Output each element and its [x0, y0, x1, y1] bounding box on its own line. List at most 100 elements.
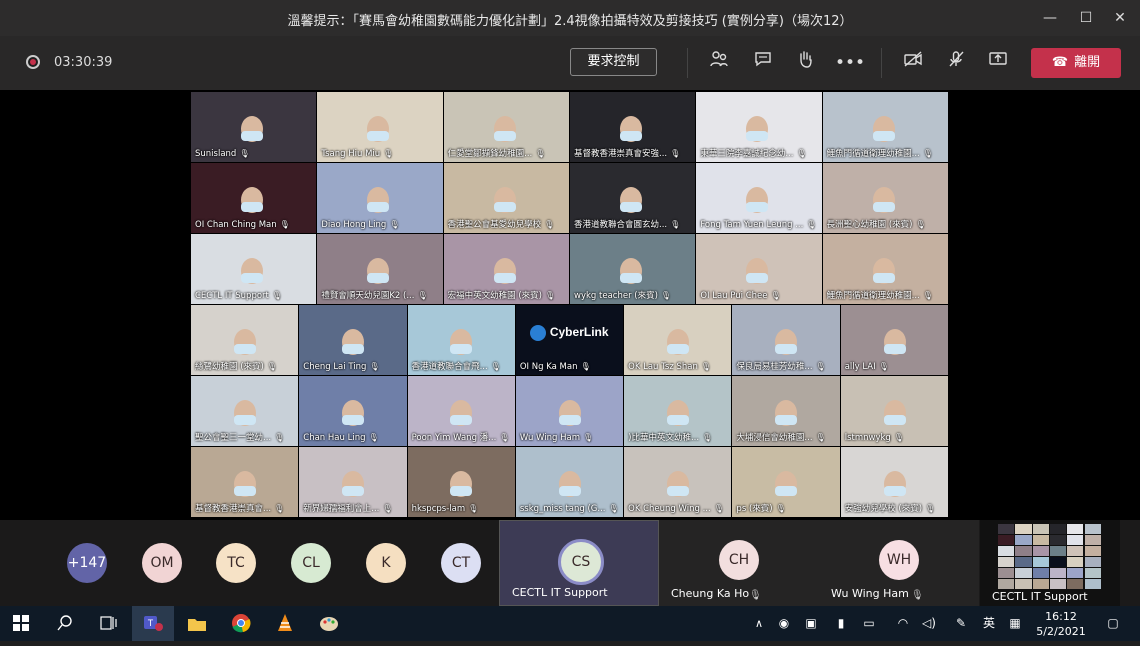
video-tile[interactable]: hkspcps-lam 🎙︎	[407, 447, 515, 517]
video-tile-name: 大埔浸信會幼稚園... 🎙︎	[736, 433, 826, 443]
video-tile[interactable]: 香港聖公會基愛幼兒學校 🎙︎	[443, 163, 569, 233]
video-tile[interactable]: Tsang Hiu Miu 🎙︎	[317, 92, 443, 162]
mic-icon: 🎙︎	[535, 149, 546, 158]
video-tile[interactable]: 保良局易桂芳幼稚... 🎙︎	[732, 305, 840, 375]
video-tile[interactable]: 基督教香港崇真會安強... 🎙︎	[570, 92, 696, 162]
participant-avatar[interactable]: OM	[142, 543, 182, 583]
chrome-icon[interactable]	[220, 606, 262, 641]
video-tile[interactable]: sskg_miss tang (G... 🎙︎	[515, 447, 624, 517]
camera-tray-icon[interactable]: ▣	[800, 606, 822, 641]
video-tile[interactable]: 長洲聖心幼稚園 (來賓) 🎙︎	[822, 163, 948, 233]
video-tile[interactable]: wykg teacher (來賓) 🎙︎	[570, 234, 696, 304]
video-tile[interactable]: Poon Yim Wang 潘... 🎙︎	[407, 376, 515, 446]
video-tile[interactable]: 基督教香港崇真會... 🎙︎	[191, 447, 299, 517]
video-tile[interactable]: 東華三院李嘉誠紀念幼... 🎙︎	[696, 92, 822, 162]
network-icon[interactable]: ◠	[892, 606, 914, 641]
video-tile[interactable]: 鯉魚門循道衛理幼稚園... 🎙︎	[822, 92, 948, 162]
video-tile[interactable]: ally LAI 🎙︎	[840, 305, 948, 375]
face-mask	[241, 130, 264, 141]
video-tile[interactable]: 禮賢會順天幼兒園K2 (... 🎙︎	[317, 234, 443, 304]
self-view-thumb-cell	[1015, 557, 1032, 567]
notification-icon[interactable]: ▢	[1098, 606, 1128, 641]
participant-tile[interactable]: CH Cheung Ka Ho 🎙︎	[659, 520, 819, 606]
mic-icon: 🎙︎	[582, 433, 594, 442]
ime-icon[interactable]: ▦	[1004, 606, 1026, 641]
teams-taskbar-icon[interactable]: T	[132, 606, 174, 641]
mic-icon: 🎙︎	[915, 220, 926, 229]
participants-icon[interactable]	[706, 50, 732, 76]
video-tile[interactable]: ps (來賓) 🎙︎	[732, 447, 840, 517]
pen-icon[interactable]: ✎	[950, 606, 972, 641]
taskbar-clock[interactable]: 16:12 5/2/2021	[1028, 609, 1094, 639]
video-tile[interactable]: 安強幼兒學校 (來賓) 🎙︎	[840, 447, 948, 517]
video-tile[interactable]: CECTL IT Support 🎙︎	[191, 234, 317, 304]
video-tile[interactable]: 絲鷺幼稚園 (來賓) 🎙︎	[191, 305, 299, 375]
camera-off-icon[interactable]	[900, 50, 926, 76]
video-tile[interactable]: 鯉魚門循道衛理幼稚園... 🎙︎	[822, 234, 948, 304]
video-tile[interactable]: lstmnwykg 🎙︎	[840, 376, 948, 446]
usb-icon[interactable]: ▮	[830, 606, 852, 641]
video-tile[interactable]: 宏福中英文幼稚園 (來賓) 🎙︎	[443, 234, 569, 304]
video-tile[interactable]: Diao Hong Ling 🎙︎	[317, 163, 443, 233]
self-view-thumb-cell	[998, 524, 1015, 534]
participant-avatar[interactable]: CT	[441, 543, 481, 583]
more-options-icon[interactable]: •••	[835, 50, 865, 76]
video-tile[interactable]: Cheng Lai Ting 🎙︎	[299, 305, 407, 375]
volume-icon[interactable]: ◁)	[918, 606, 940, 641]
share-screen-icon[interactable]	[985, 50, 1011, 76]
mic-icon: 🎙︎	[700, 362, 712, 371]
video-tile[interactable]: 香港道教聯合會圓玄幼... 🎙︎	[570, 163, 696, 233]
close-window-button[interactable]: ✕	[1100, 6, 1140, 30]
video-tile[interactable]: 大埔浸信會幼稚園... 🎙︎	[732, 376, 840, 446]
self-view-thumb-cell	[998, 579, 1015, 589]
featured-speaker-tile[interactable]: CS CECTL IT Support	[499, 520, 659, 606]
cyberlink-logo: CyberLink	[529, 325, 609, 341]
video-tile[interactable]: Wu Wing Ham 🎙︎	[515, 376, 624, 446]
windows-start-icon[interactable]	[0, 606, 42, 641]
mic-icon: 🎙︎	[274, 433, 285, 442]
video-tile[interactable]: OK Lau Tsz Shan 🎙︎	[624, 305, 732, 375]
participant-avatar[interactable]: CL	[291, 543, 331, 583]
self-view-thumb-cell	[1049, 579, 1067, 589]
video-tile[interactable]: 香港道教聯合會飛... 🎙︎	[407, 305, 515, 375]
video-tile[interactable]: CyberLink OI Ng Ka Man 🎙︎	[515, 305, 624, 375]
mic-icon: 🎙︎	[670, 149, 681, 158]
video-tile[interactable]: Sunisland 🎙︎	[191, 92, 317, 162]
self-view-gallery-thumbnail	[998, 524, 1102, 590]
video-tile[interactable]: Fong Tam Yuen Leung ... 🎙︎	[696, 163, 822, 233]
video-tile[interactable]: OI Chan Ching Man 🎙︎	[191, 163, 317, 233]
input-language[interactable]: 英	[978, 606, 1000, 641]
video-tile[interactable]: Chan Hau Ling 🎙︎	[299, 376, 407, 446]
minimize-button[interactable]: —	[1030, 6, 1070, 30]
paint-icon[interactable]	[308, 606, 350, 641]
vlc-icon[interactable]	[264, 606, 306, 641]
file-explorer-icon[interactable]	[176, 606, 218, 641]
chat-icon[interactable]	[750, 50, 776, 76]
meet-now-icon[interactable]: ◉	[773, 606, 795, 641]
participant-avatar[interactable]: TC	[216, 543, 256, 583]
video-tile[interactable]: 仁愛堂鄒擷鋒幼稚園... 🎙︎	[443, 92, 569, 162]
video-tile[interactable]: 聖公會聖三一堂幼... 🎙︎	[191, 376, 299, 446]
video-tile[interactable]: 新界婦孺福利會上... 🎙︎	[299, 447, 407, 517]
mic-icon: 🎙︎	[713, 504, 724, 513]
video-tile[interactable]: )比華中英文幼稚... 🎙︎	[624, 376, 732, 446]
request-control-button[interactable]: 要求控制	[570, 48, 657, 76]
overflow-participants-button[interactable]: +147	[67, 543, 107, 583]
show-hidden-icons[interactable]: ∧	[748, 606, 770, 641]
video-tile[interactable]: OK Cheung Wing ... 🎙︎	[624, 447, 732, 517]
battery-icon[interactable]: ▭	[858, 606, 880, 641]
raise-hand-icon[interactable]	[792, 50, 818, 76]
participant-tile[interactable]: WH Wu Wing Ham 🎙︎	[819, 520, 979, 606]
leave-button[interactable]: ☎ 離開	[1031, 48, 1121, 78]
task-view-icon[interactable]	[88, 606, 130, 641]
face-mask	[241, 272, 264, 283]
self-view-tile[interactable]: CECTL IT Support	[980, 520, 1120, 606]
participant-avatar[interactable]: K	[366, 543, 406, 583]
video-tile-name: wykg teacher (來賓) 🎙︎	[574, 291, 672, 301]
self-view-thumb-cell	[1084, 535, 1101, 545]
search-icon[interactable]	[44, 606, 86, 641]
video-tile[interactable]: OI Lau Pui Chee 🎙︎	[696, 234, 822, 304]
self-view-thumb-cell	[998, 535, 1015, 545]
video-tile-name: CECTL IT Support 🎙︎	[195, 291, 283, 301]
mic-off-icon[interactable]	[943, 50, 969, 76]
